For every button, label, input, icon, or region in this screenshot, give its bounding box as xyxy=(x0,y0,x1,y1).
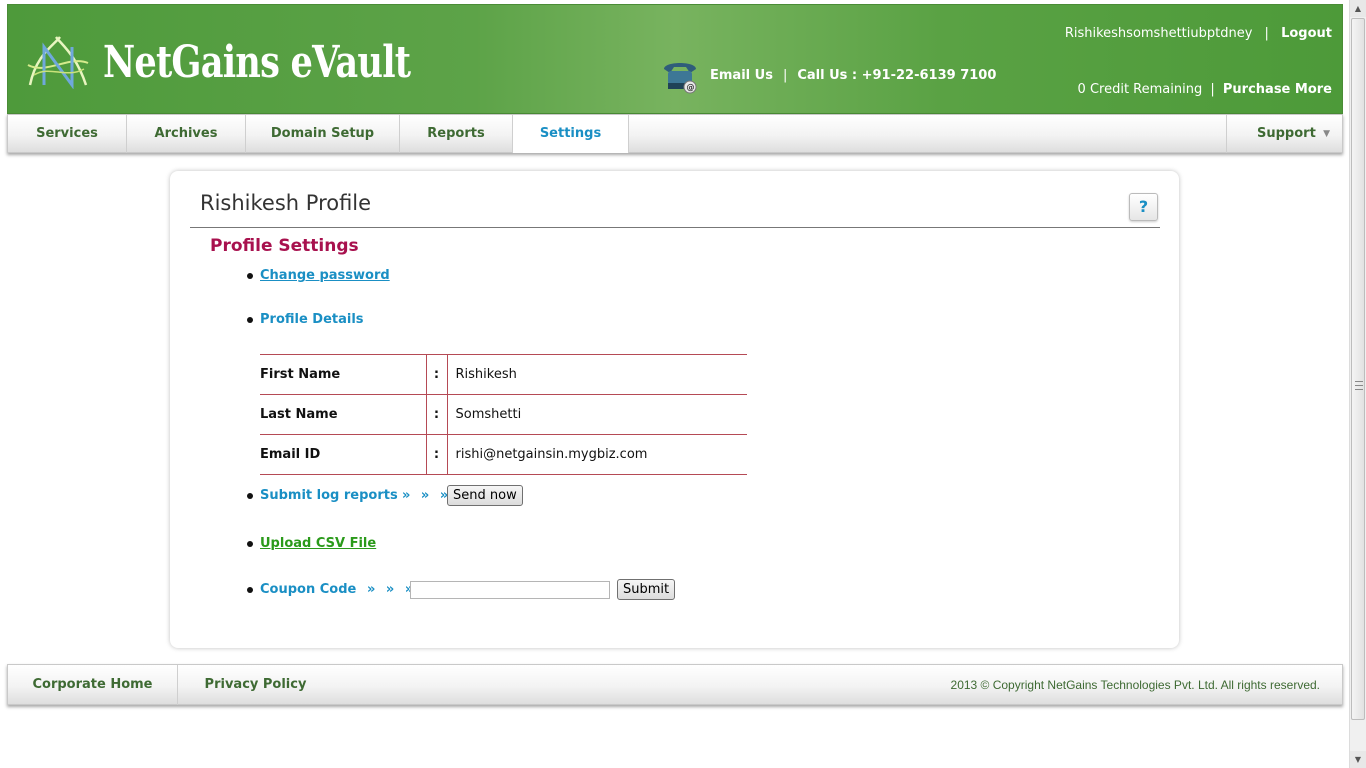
credit-area: 0 Credit Remaining | Purchase More xyxy=(1078,82,1332,97)
email-us-link[interactable]: Email Us xyxy=(710,68,773,83)
email-id-label: Email ID xyxy=(260,434,427,475)
scrollbar-thumb[interactable] xyxy=(1351,18,1365,720)
last-name-label: Last Name xyxy=(260,394,427,435)
app-header: NetGains eVault @ Email Us | Call Us : +… xyxy=(7,4,1343,114)
corporate-home-link[interactable]: Corporate Home xyxy=(8,665,178,705)
credit-remaining: 0 Credit Remaining xyxy=(1077,82,1203,97)
support-label: Support xyxy=(1257,126,1316,141)
change-password-link[interactable]: Change password xyxy=(260,268,390,283)
bullet-icon xyxy=(247,587,253,593)
page-title: Rishikesh Profile xyxy=(200,191,372,215)
scroll-up-arrow-icon[interactable]: ▲ xyxy=(1350,0,1366,17)
tab-settings[interactable]: Settings xyxy=(513,115,629,153)
privacy-policy-link[interactable]: Privacy Policy xyxy=(178,665,333,705)
user-separator: | xyxy=(1264,26,1269,41)
username: Rishikeshsomshettiubptdney xyxy=(1064,26,1253,41)
netgains-logo-icon xyxy=(27,36,89,89)
user-area: Rishikeshsomshettiubptdney | Logout xyxy=(1065,26,1332,41)
arrows-icon: » » » xyxy=(402,488,452,503)
call-us-text: Call Us : +91-22-6139 7100 xyxy=(797,67,997,83)
chevron-down-icon: ▼ xyxy=(1323,129,1330,139)
colon: : xyxy=(426,394,448,435)
tab-reports[interactable]: Reports xyxy=(400,115,513,153)
title-divider xyxy=(190,227,1160,228)
tab-services[interactable]: Services xyxy=(8,115,127,153)
colon: : xyxy=(426,354,448,395)
arrows-icon: » » » xyxy=(367,582,417,597)
first-name-value: Rishikesh xyxy=(447,354,747,395)
coupon-code-label: Coupon Code xyxy=(260,582,357,597)
support-menu[interactable]: Support ▼ xyxy=(1226,115,1342,153)
vertical-scrollbar[interactable]: ▲ ▼ xyxy=(1349,0,1366,768)
contact-bar: @ Email Us | Call Us : +91-22-6139 7100 xyxy=(658,55,996,95)
submit-log-reports-link[interactable]: Submit log reports xyxy=(260,488,398,503)
send-now-button[interactable]: Send now xyxy=(447,485,523,506)
grip-icon xyxy=(1355,381,1363,390)
table-row: First Name : Rishikesh xyxy=(260,354,747,395)
tab-domain-setup[interactable]: Domain Setup xyxy=(246,115,400,153)
coupon-submit-button[interactable]: Submit xyxy=(617,579,676,600)
tab-archives[interactable]: Archives xyxy=(127,115,246,153)
footer: Corporate Home Privacy Policy 2013 © Cop… xyxy=(7,664,1343,705)
credit-separator: | xyxy=(1210,82,1215,97)
colon: : xyxy=(426,434,448,475)
logout-link[interactable]: Logout xyxy=(1281,26,1332,41)
section-title: Profile Settings xyxy=(210,236,359,256)
bullet-icon xyxy=(247,541,253,547)
bullet-icon xyxy=(247,493,253,499)
profile-details-table: First Name : Rishikesh Last Name : Somsh… xyxy=(260,354,747,475)
table-row: Last Name : Somshetti xyxy=(260,394,747,435)
scroll-down-arrow-icon[interactable]: ▼ xyxy=(1350,751,1366,768)
bullet-icon xyxy=(247,273,253,279)
help-button[interactable]: ? xyxy=(1129,193,1158,221)
profile-details-label: Profile Details xyxy=(260,312,364,327)
coupon-code-input[interactable] xyxy=(410,581,610,599)
phone-email-icon: @ xyxy=(664,63,697,94)
upload-csv-link[interactable]: Upload CSV File xyxy=(260,536,376,551)
svg-text:@: @ xyxy=(687,83,695,92)
copyright-text: 2013 © Copyright NetGains Technologies P… xyxy=(950,678,1320,692)
purchase-more-link[interactable]: Purchase More xyxy=(1223,82,1332,97)
bullet-icon xyxy=(247,317,253,323)
brand-title: NetGains eVault xyxy=(103,37,411,88)
contact-separator: | xyxy=(782,67,788,83)
first-name-label: First Name xyxy=(260,354,427,395)
main-nav: Services Archives Domain Setup Reports S… xyxy=(7,114,1343,153)
email-id-value: rishi@netgainsin.mygbiz.com xyxy=(447,434,747,475)
last-name-value: Somshetti xyxy=(447,394,747,435)
table-row: Email ID : rishi@netgainsin.mygbiz.com xyxy=(260,434,747,475)
profile-panel: Rishikesh Profile ? Profile Settings Cha… xyxy=(170,171,1179,648)
